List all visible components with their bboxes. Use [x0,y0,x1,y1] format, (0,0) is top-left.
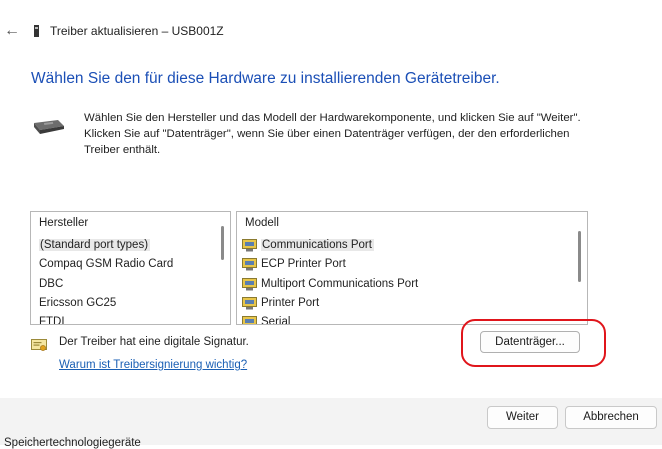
background-category-label: Speichertechnologiegeräte [4,437,141,449]
model-item[interactable]: Communications Port [242,236,418,255]
manufacturer-item[interactable]: FTDI [39,313,173,324]
manufacturer-item[interactable]: Compaq GSM Radio Card [39,255,173,274]
model-item[interactable]: ECP Printer Port [242,255,418,274]
model-scrollbar[interactable] [578,231,581,282]
manufacturer-item[interactable]: DBC [39,275,173,294]
manufacturer-scrollbar[interactable] [221,226,224,260]
cancel-button[interactable]: Abbrechen [565,406,657,429]
hardware-device-icon [34,120,64,134]
next-button[interactable]: Weiter [487,406,558,429]
usb-device-icon [34,25,39,37]
manufacturer-item[interactable]: (Standard port types) [39,236,173,255]
port-icon [242,316,257,324]
page-heading: Wählen Sie den für diese Hardware zu ins… [31,70,500,87]
manufacturer-header: Hersteller [39,217,89,229]
manufacturer-listbox[interactable]: Hersteller (Standard port types) Compaq … [30,211,231,325]
back-arrow-icon[interactable]: ← [4,22,20,40]
model-header: Modell [245,217,279,229]
highlight-annotation [461,319,606,367]
signature-info-link[interactable]: Warum ist Treibersignierung wichtig? [59,359,247,371]
port-icon [242,239,257,252]
port-icon [242,258,257,271]
window-title: Treiber aktualisieren – USB001Z [50,24,224,38]
model-item[interactable]: Serial [242,313,418,324]
certificate-icon [31,339,47,351]
model-item[interactable]: Multiport Communications Port [242,275,418,294]
model-item[interactable]: Printer Port [242,294,418,313]
signature-status: Der Treiber hat eine digitale Signatur. [59,336,249,348]
instructions-text: Wählen Sie den Hersteller und das Modell… [84,112,581,156]
manufacturer-item[interactable]: Ericsson GC25 [39,294,173,313]
port-icon [242,277,257,291]
port-icon [242,296,257,310]
model-listbox[interactable]: Modell Communications Port ECP Printer P… [236,211,588,325]
